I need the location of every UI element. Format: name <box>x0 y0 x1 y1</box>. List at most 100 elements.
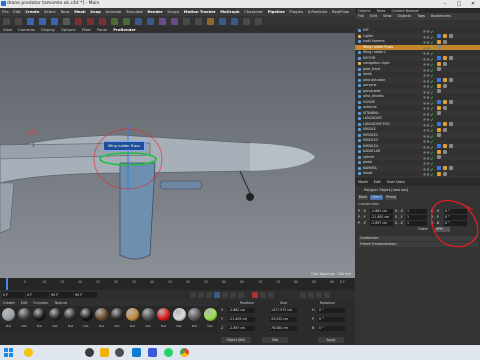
object-row[interactable]: MISSILE4 <box>355 143 480 149</box>
whatsapp-icon[interactable] <box>164 348 173 357</box>
visibility-toggle[interactable] <box>423 79 434 83</box>
preview-end-field[interactable]: 90 F <box>74 292 97 298</box>
tag-icon[interactable] <box>443 39 447 44</box>
viewport-menu-item[interactable]: Options <box>58 26 79 33</box>
tag-icon[interactable] <box>437 56 441 60</box>
playhead[interactable] <box>6 278 8 290</box>
tag-icon[interactable] <box>437 61 441 66</box>
material-swatch[interactable] <box>126 308 139 321</box>
material-swatch[interactable] <box>17 308 31 321</box>
visibility-toggle[interactable] <box>423 117 434 121</box>
visibility-toggle[interactable] <box>423 150 434 154</box>
tag-icon[interactable] <box>437 105 441 110</box>
tag-icon[interactable] <box>449 78 453 82</box>
menu-item[interactable]: Select <box>42 8 58 16</box>
object-manager-menu-item[interactable]: Bookmarks <box>428 13 454 20</box>
visibility-toggle[interactable] <box>423 139 434 143</box>
tag-icon[interactable] <box>443 83 447 88</box>
object-row[interactable]: KAMERA <box>355 165 480 171</box>
coord-rot-field[interactable]: 0 ° <box>318 326 345 331</box>
object-manager-menu-item[interactable]: File <box>355 13 367 20</box>
menu-item[interactable]: Simulate <box>124 8 145 16</box>
prev-key-button[interactable] <box>198 292 204 298</box>
toolbar-button-icon[interactable] <box>219 17 226 25</box>
attribute-menu-item[interactable]: Mode <box>355 178 371 186</box>
scale-key-button[interactable] <box>308 292 314 298</box>
object-row[interactable]: gear_front <box>355 66 480 72</box>
toolbar-button-icon[interactable] <box>75 17 82 25</box>
viewport-menu-item[interactable]: View <box>0 26 15 33</box>
tag-icon[interactable] <box>437 155 441 159</box>
autokey-button[interactable] <box>260 292 266 298</box>
object-row[interactable]: LANCADOR <box>355 116 480 121</box>
object-manager-menu-item[interactable]: Tags <box>414 13 428 20</box>
viewport-menu-item[interactable]: Panel <box>94 26 110 33</box>
material-swatch[interactable] <box>110 308 124 321</box>
first-frame-button[interactable] <box>190 292 196 298</box>
menu-item[interactable]: Plugins <box>287 8 305 16</box>
chrome-icon[interactable] <box>180 348 189 357</box>
object-manager-menu-item[interactable]: Objects <box>395 13 415 20</box>
tag-icon[interactable] <box>437 144 441 148</box>
tag-icon[interactable] <box>449 34 453 38</box>
coord-rot-field[interactable]: 0 ° <box>318 308 345 313</box>
toolbar-button-icon[interactable] <box>171 17 178 25</box>
toolbar-button-icon[interactable] <box>231 17 238 25</box>
material-swatch[interactable] <box>157 308 170 321</box>
menu-item[interactable]: Animate <box>103 8 124 16</box>
visibility-toggle[interactable] <box>423 73 434 77</box>
tag-icon[interactable] <box>449 166 453 170</box>
toolbar-button-icon[interactable] <box>123 17 130 25</box>
toolbar-button-icon[interactable] <box>63 17 70 25</box>
object-row[interactable]: LANCADOR FOG <box>355 121 480 127</box>
object-row[interactable]: pedal <box>355 160 480 165</box>
object-row[interactable]: Wing rudder L <box>355 50 480 55</box>
visibility-toggle[interactable] <box>423 95 434 99</box>
visibility-toggle[interactable] <box>423 112 434 116</box>
tag-icon[interactable] <box>443 166 447 170</box>
toolbar-button-icon[interactable] <box>111 17 118 25</box>
visibility-toggle[interactable] <box>423 90 434 94</box>
timeline[interactable]: 0510152025303540455055606570758085900 F <box>0 278 355 290</box>
next-frame-button[interactable] <box>222 292 228 298</box>
material-swatch[interactable] <box>172 308 186 321</box>
visibility-toggle[interactable] <box>423 62 434 66</box>
visibility-toggle[interactable] <box>423 161 434 165</box>
play-button[interactable] <box>214 292 220 298</box>
tag-icon[interactable] <box>443 34 447 38</box>
record-button[interactable] <box>252 292 258 298</box>
app-icon-3[interactable] <box>148 348 157 357</box>
menu-item[interactable]: X-Particles <box>305 8 329 16</box>
tag-icon[interactable] <box>437 133 441 137</box>
toolbar-button-icon[interactable] <box>51 17 58 25</box>
coord-pos-field[interactable]: -2.882 cm <box>228 308 255 313</box>
move-key-button[interactable] <box>300 292 306 298</box>
tag-icon[interactable] <box>437 149 441 154</box>
toolbar-button-icon[interactable] <box>255 17 262 25</box>
toolbar-button-icon[interactable] <box>183 17 190 25</box>
viewport-menu-item[interactable]: Filter <box>79 26 94 33</box>
apply-button[interactable]: Apply <box>318 337 344 343</box>
menu-item[interactable]: File <box>0 8 11 16</box>
tag-icon[interactable] <box>449 56 453 60</box>
toolbar-button-icon[interactable] <box>87 17 94 25</box>
tag-icon[interactable] <box>437 171 441 176</box>
material-swatch[interactable] <box>64 308 77 321</box>
object-row[interactable]: arka_dirseks <box>355 94 480 99</box>
object-row[interactable]: MISSILE2 <box>355 132 480 138</box>
visibility-toggle[interactable] <box>423 172 434 176</box>
tag-icon[interactable] <box>449 122 453 126</box>
toolbar-button-icon[interactable] <box>243 17 250 25</box>
object-manager-menu-item[interactable]: View <box>380 13 395 20</box>
object-row[interactable]: kanat <box>355 171 480 176</box>
object-row[interactable]: Lights <box>355 33 480 39</box>
close-icon[interactable]: ✕ <box>466 0 480 8</box>
toolbar-button-icon[interactable] <box>3 17 10 25</box>
toolbar-button-icon[interactable] <box>27 17 34 25</box>
visibility-toggle[interactable] <box>423 57 434 61</box>
next-key-button[interactable] <box>230 292 236 298</box>
object-row[interactable]: lastik <box>355 72 480 77</box>
visibility-toggle[interactable] <box>423 101 434 105</box>
visibility-toggle[interactable] <box>423 128 434 132</box>
coord-pos-field[interactable]: -21.405 cm <box>228 317 255 322</box>
